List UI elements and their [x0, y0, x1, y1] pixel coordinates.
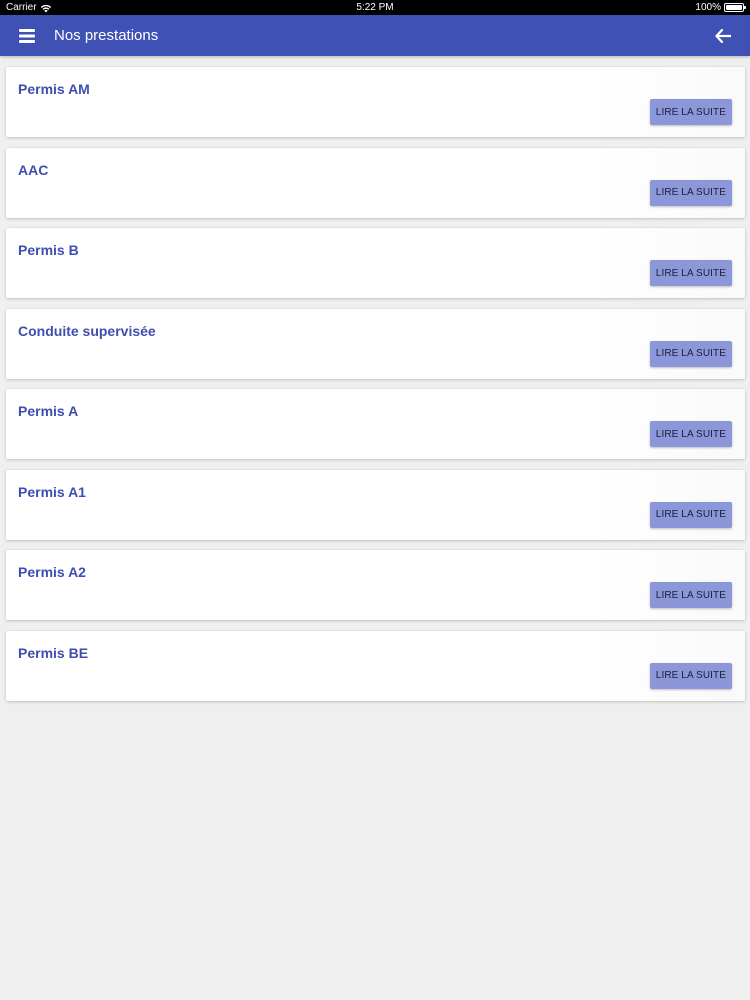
- service-card-conduite-supervisee: Conduite supervisée LIRE LA SUITE: [6, 308, 745, 379]
- arrow-left-icon: [715, 28, 731, 43]
- service-title: Permis BE: [18, 644, 89, 661]
- read-more-button[interactable]: LIRE LA SUITE: [649, 260, 732, 286]
- page-title: Nos prestations: [54, 27, 159, 44]
- service-title: AAC: [18, 161, 49, 178]
- menu-button[interactable]: [0, 15, 54, 56]
- services-list: Permis AM LIRE LA SUITE AAC LIRE LA SUIT…: [6, 67, 745, 711]
- hamburger-icon: [19, 28, 35, 43]
- service-card-aac: AAC LIRE LA SUITE: [6, 147, 745, 218]
- service-card-permis-b: Permis B LIRE LA SUITE: [6, 228, 745, 298]
- service-title: Permis A2: [18, 564, 86, 580]
- status-left: Carrier: [6, 2, 695, 13]
- status-right: 100%: [695, 2, 746, 13]
- service-card-permis-a1: Permis A1 LIRE LA SUITE: [6, 469, 745, 540]
- battery-percent: 100%: [695, 2, 721, 13]
- service-title: Permis B: [18, 242, 79, 258]
- service-card-permis-be: Permis BE LIRE LA SUITE: [6, 630, 745, 701]
- back-button[interactable]: [696, 15, 750, 56]
- read-more-button[interactable]: LIRE LA SUITE: [649, 662, 732, 689]
- service-title: Permis AM: [18, 81, 90, 97]
- read-more-button[interactable]: LIRE LA SUITE: [649, 582, 732, 608]
- service-card-permis-a: Permis A LIRE LA SUITE: [6, 389, 745, 459]
- service-card-permis-a2: Permis A2 LIRE LA SUITE: [6, 550, 745, 620]
- service-title: Permis A1: [18, 483, 86, 500]
- service-title: Permis A: [18, 403, 79, 419]
- read-more-button[interactable]: LIRE LA SUITE: [649, 340, 732, 367]
- read-more-button[interactable]: LIRE LA SUITE: [649, 501, 732, 528]
- service-card-permis-am: Permis AM LIRE LA SUITE: [6, 67, 745, 137]
- battery-icon: [724, 3, 746, 12]
- read-more-button[interactable]: LIRE LA SUITE: [649, 421, 732, 447]
- wifi-icon: [40, 4, 51, 12]
- read-more-button[interactable]: LIRE LA SUITE: [649, 179, 732, 206]
- app-header: Nos prestations: [0, 15, 750, 56]
- service-title: Conduite supervisée: [18, 322, 156, 339]
- carrier-label: Carrier: [6, 2, 37, 13]
- read-more-button[interactable]: LIRE LA SUITE: [649, 99, 732, 125]
- status-bar: Carrier 5:22 PM 100%: [0, 0, 750, 15]
